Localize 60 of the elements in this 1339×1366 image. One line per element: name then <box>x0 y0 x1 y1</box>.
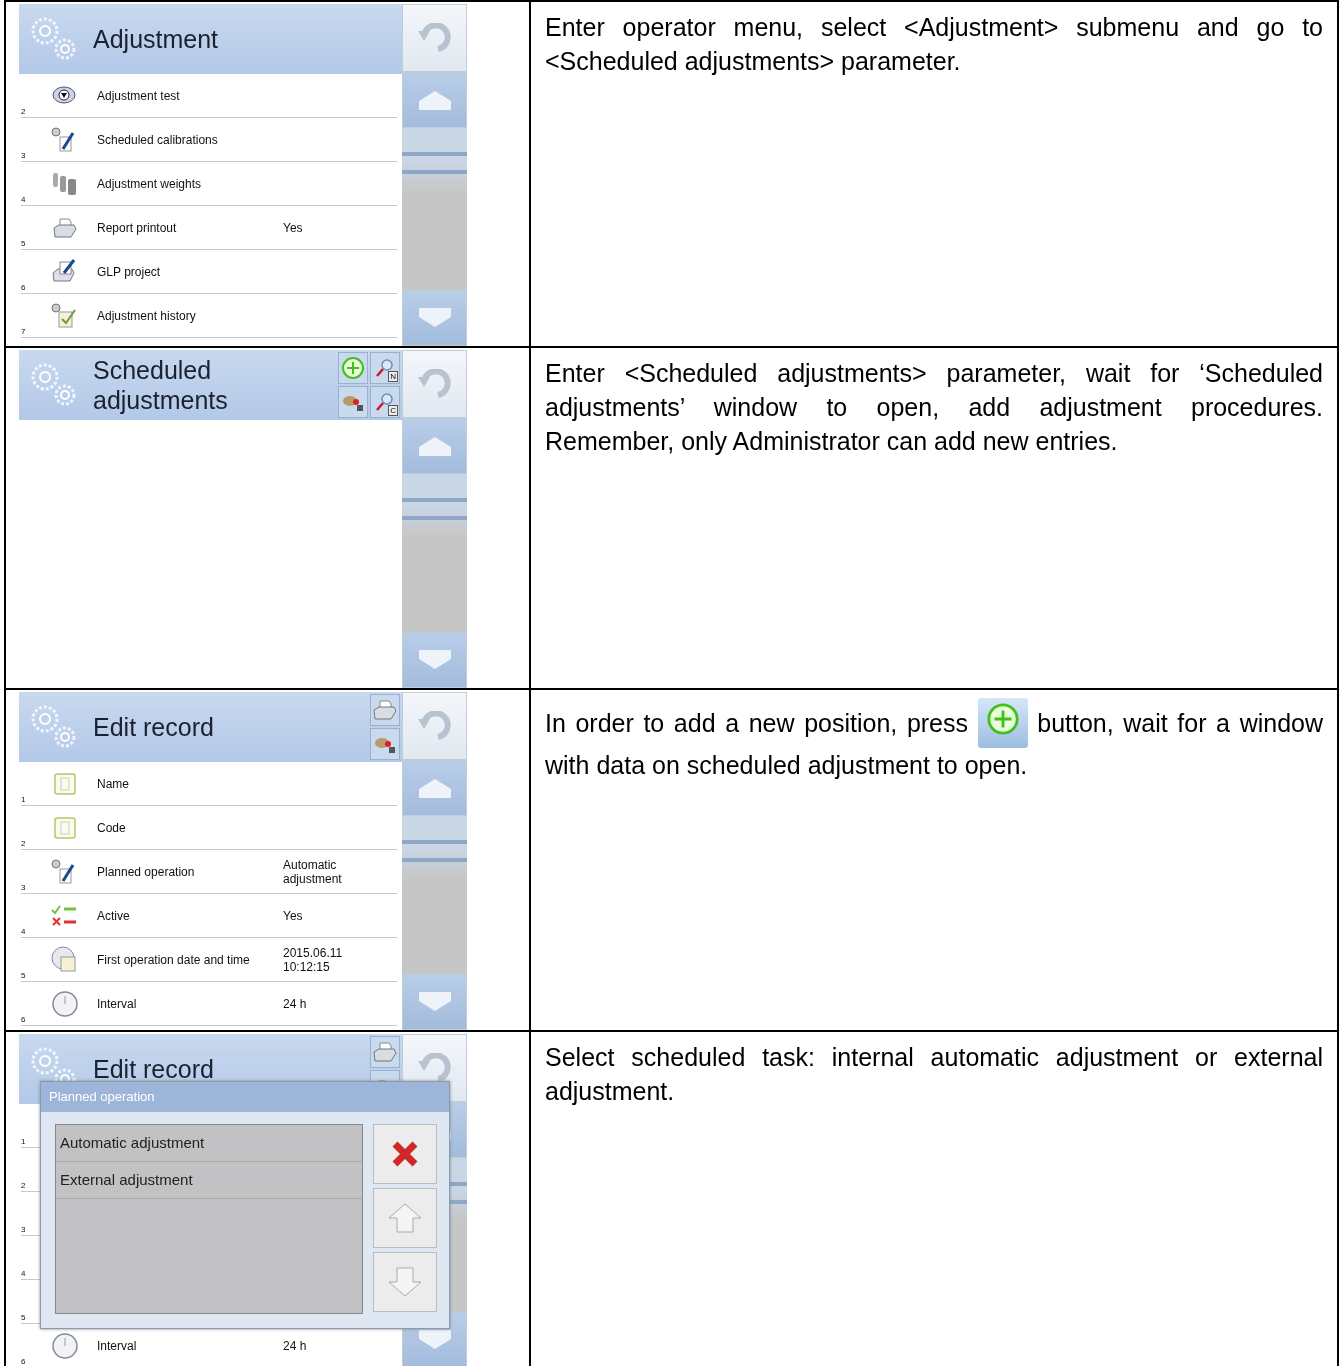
scroll-down-button[interactable] <box>402 632 467 688</box>
toolbar-button[interactable] <box>370 694 400 726</box>
undo-arrow-icon <box>417 711 452 741</box>
list-item[interactable]: 5 First operation date and time 2015.06.11 10:12:15 <box>21 938 397 982</box>
list-item[interactable]: 6 Interval 24 h <box>21 982 397 1026</box>
scroll-down-button[interactable] <box>402 290 467 346</box>
scroll-down-button[interactable] <box>402 974 467 1030</box>
list-item[interactable]: 4 Adjustment weights <box>21 162 397 206</box>
instruction-text: Enter operator menu, select <Adjustment> submenu and go to <Scheduled adjustments> parameter. <box>545 12 1323 77</box>
list-item[interactable]: 3 Planned operation Automatic adjustment <box>21 850 397 894</box>
up-arrow-icon <box>387 1202 423 1234</box>
toolbar-button[interactable]: N <box>370 352 400 384</box>
back-button[interactable] <box>402 4 467 72</box>
toolbar-button[interactable] <box>370 1036 400 1068</box>
back-button[interactable] <box>402 350 467 418</box>
toolbar-button[interactable] <box>370 728 400 760</box>
screen-title: Edit record <box>93 712 215 742</box>
list-item[interactable]: 2 Code <box>21 806 397 850</box>
list-item[interactable]: 1 Name <box>21 762 397 806</box>
screen-title: Scheduled adjustments <box>93 355 229 415</box>
magnifier-icon <box>375 392 395 412</box>
toolbar-button[interactable] <box>338 352 368 384</box>
instruction-text: Enter <Scheduled adjustments> parameter, wait for ‘Scheduled adjustments’ window to open, add adjustment procedures. Remember, only Administrator can add new entries. <box>545 358 1323 457</box>
option-item[interactable]: External adjustment <box>56 1162 362 1199</box>
close-button[interactable] <box>373 1124 437 1184</box>
instruction-text: In order to add a new position, press button, wait for a window with data on scheduled adjustment to open. <box>545 698 1323 782</box>
undo-arrow-icon <box>417 1053 452 1083</box>
printer-icon <box>372 699 398 721</box>
toolbar-button[interactable] <box>338 386 368 418</box>
scrollbar[interactable] <box>402 128 467 290</box>
card-icon <box>52 814 78 841</box>
magnifier-icon <box>375 358 395 378</box>
instruction-text: Select scheduled task: internal automatic adjustment or external adjustment. <box>545 1042 1323 1107</box>
list-item[interactable]: 2 Adjustment test <box>21 74 397 118</box>
down-arrow-icon <box>387 1266 423 1298</box>
toolbar-button[interactable]: C <box>370 386 400 418</box>
undo-arrow-icon <box>417 369 452 399</box>
clock-icon <box>51 989 79 1018</box>
printer-icon <box>52 216 78 239</box>
scroll-up-button[interactable] <box>402 418 467 474</box>
scrollbar[interactable] <box>402 816 467 974</box>
close-icon <box>390 1139 420 1169</box>
plus-circle-icon <box>985 702 1020 736</box>
list-item[interactable]: 5 Report printout Yes <box>21 206 397 250</box>
printer-icon <box>372 1041 398 1063</box>
list-item[interactable]: 3 Scheduled calibrations <box>21 118 397 162</box>
dialog-title: Planned operation <box>41 1082 449 1112</box>
option-item[interactable]: Automatic adjustment <box>56 1125 362 1162</box>
screen-title: Adjustment <box>93 24 220 54</box>
clock-icon <box>51 1331 79 1360</box>
list-item[interactable]: 6 GLP project <box>21 250 397 294</box>
card-icon <box>52 770 78 797</box>
undo-arrow-icon <box>417 23 452 53</box>
scrollbar[interactable] <box>402 474 467 632</box>
plus-circle-icon <box>341 356 365 380</box>
list-item[interactable]: 7 Adjustment history <box>21 294 397 338</box>
scroll-up-button[interactable] <box>402 72 467 128</box>
list-item[interactable]: 4 Active Yes <box>21 894 397 938</box>
screen-title: Edit record <box>93 1054 215 1084</box>
down-button[interactable] <box>373 1252 437 1312</box>
